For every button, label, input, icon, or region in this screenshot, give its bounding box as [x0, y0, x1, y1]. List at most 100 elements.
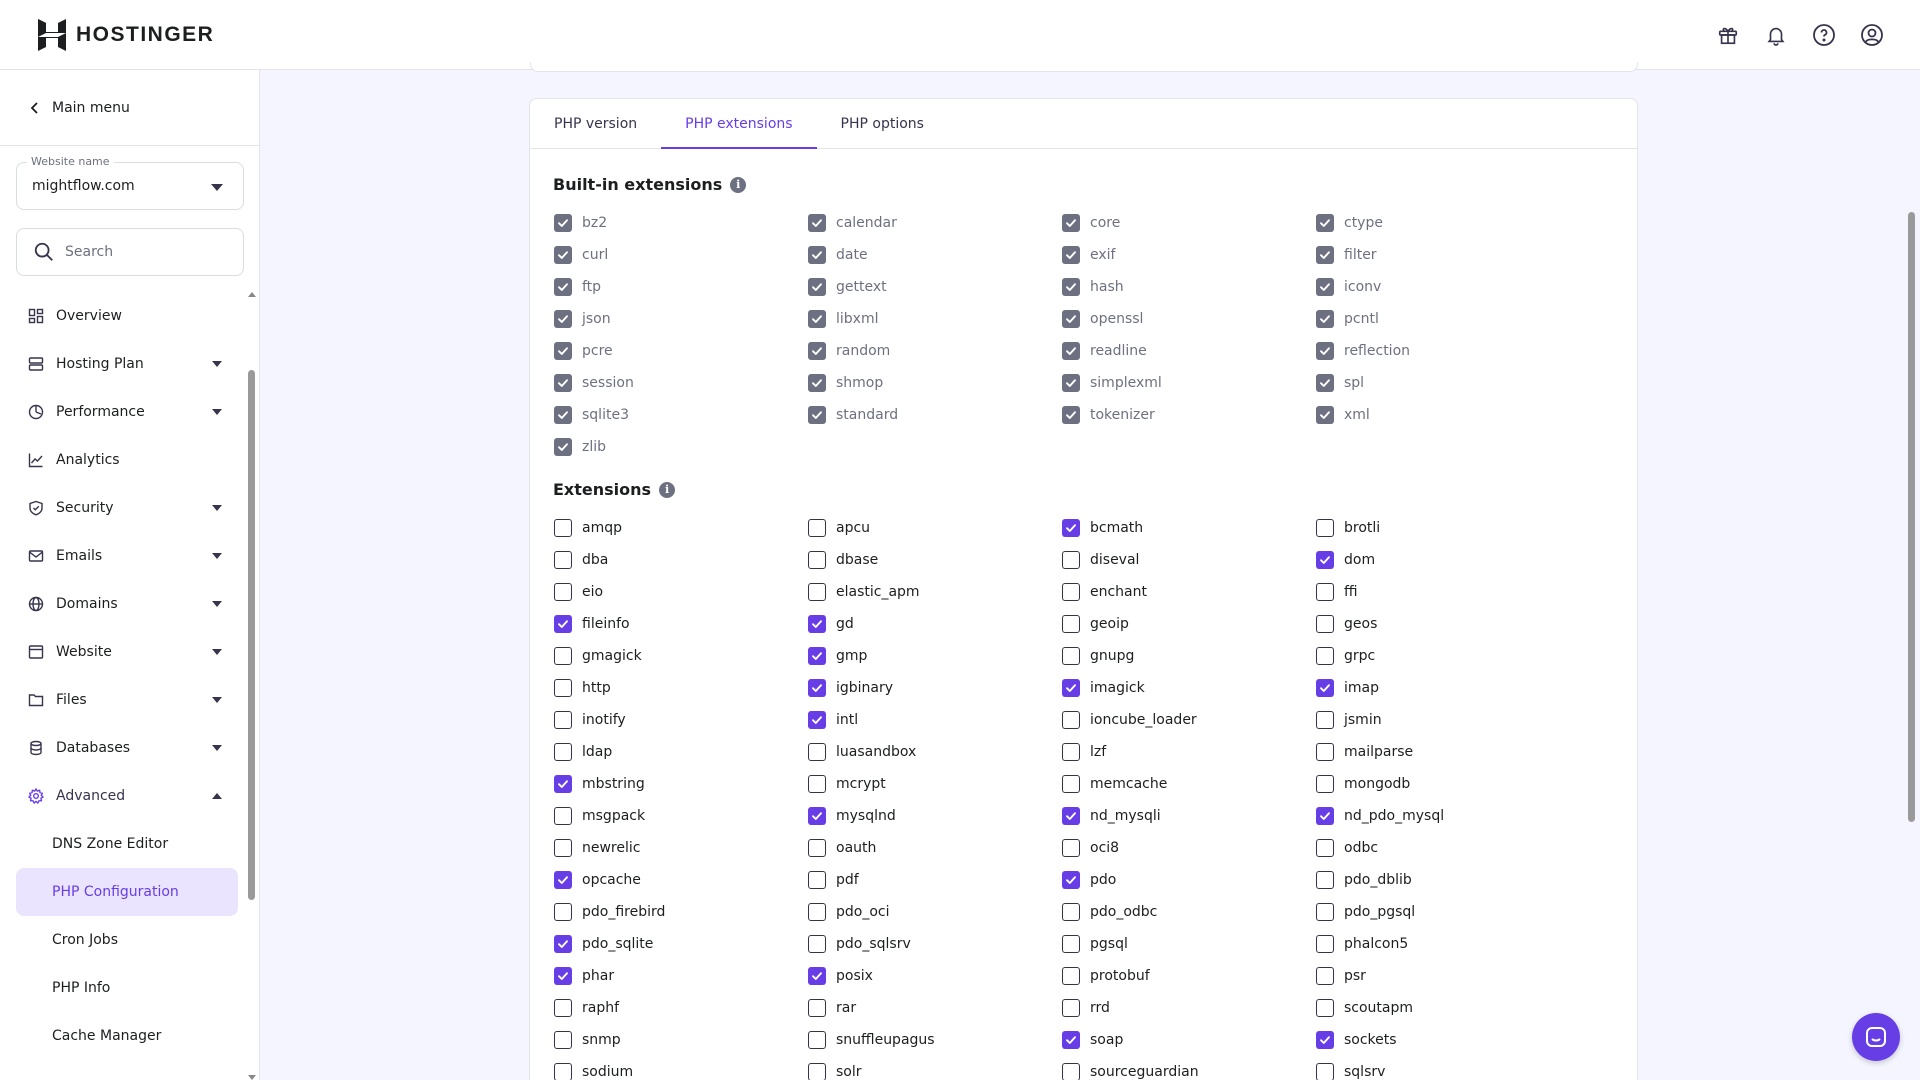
checkbox-unchecked[interactable]: [1062, 647, 1080, 665]
extension-item[interactable]: mbstring: [554, 768, 808, 800]
checkbox-checked[interactable]: [1062, 871, 1080, 889]
extension-item[interactable]: pdo_sqlsrv: [808, 928, 1062, 960]
checkbox-unchecked[interactable]: [554, 807, 572, 825]
extension-item[interactable]: elastic_apm: [808, 576, 1062, 608]
extension-item[interactable]: soap: [1062, 1024, 1316, 1056]
checkbox-checked[interactable]: [554, 871, 572, 889]
checkbox-unchecked[interactable]: [808, 903, 826, 921]
extension-item[interactable]: intl: [808, 704, 1062, 736]
checkbox-unchecked[interactable]: [808, 1063, 826, 1080]
extension-item[interactable]: dbase: [808, 544, 1062, 576]
extension-item[interactable]: geos: [1316, 608, 1570, 640]
checkbox-checked[interactable]: [1062, 679, 1080, 697]
hostinger-logo[interactable]: HOSTINGER: [38, 18, 214, 51]
tab-php-extensions[interactable]: PHP extensions: [661, 99, 817, 149]
scroll-up-arrow-icon[interactable]: [248, 292, 256, 297]
main-scroll-thumb[interactable]: [1908, 212, 1915, 822]
checkbox-unchecked[interactable]: [1062, 551, 1080, 569]
checkbox-checked[interactable]: [808, 807, 826, 825]
checkbox-unchecked[interactable]: [554, 1031, 572, 1049]
extension-item[interactable]: phalcon5: [1316, 928, 1570, 960]
checkbox-unchecked[interactable]: [554, 583, 572, 601]
extension-item[interactable]: rar: [808, 992, 1062, 1024]
sidebar-scrollbar[interactable]: [247, 292, 256, 1080]
extension-item[interactable]: ioncube_loader: [1062, 704, 1316, 736]
tab-php-options[interactable]: PHP options: [817, 99, 948, 148]
extension-item[interactable]: gd: [808, 608, 1062, 640]
checkbox-unchecked[interactable]: [808, 583, 826, 601]
checkbox-unchecked[interactable]: [1062, 935, 1080, 953]
checkbox-checked[interactable]: [1316, 679, 1334, 697]
search-input[interactable]: [65, 244, 235, 260]
extension-item[interactable]: apcu: [808, 512, 1062, 544]
extension-item[interactable]: grpc: [1316, 640, 1570, 672]
extension-item[interactable]: fileinfo: [554, 608, 808, 640]
checkbox-unchecked[interactable]: [1316, 519, 1334, 537]
extension-item[interactable]: amqp: [554, 512, 808, 544]
checkbox-checked[interactable]: [554, 615, 572, 633]
checkbox-unchecked[interactable]: [554, 679, 572, 697]
extension-item[interactable]: odbc: [1316, 832, 1570, 864]
extension-item[interactable]: diseval: [1062, 544, 1316, 576]
extension-item[interactable]: luasandbox: [808, 736, 1062, 768]
checkbox-unchecked[interactable]: [554, 839, 572, 857]
extension-item[interactable]: sqlsrv: [1316, 1056, 1570, 1080]
extension-item[interactable]: oauth: [808, 832, 1062, 864]
checkbox-unchecked[interactable]: [808, 871, 826, 889]
checkbox-checked[interactable]: [554, 775, 572, 793]
extension-item[interactable]: nd_mysqli: [1062, 800, 1316, 832]
extension-item[interactable]: dba: [554, 544, 808, 576]
extension-item[interactable]: snmp: [554, 1024, 808, 1056]
sidebar-item-domains[interactable]: Domains: [16, 580, 238, 628]
checkbox-unchecked[interactable]: [1316, 999, 1334, 1017]
checkbox-checked[interactable]: [554, 967, 572, 985]
checkbox-unchecked[interactable]: [1062, 839, 1080, 857]
checkbox-unchecked[interactable]: [554, 647, 572, 665]
checkbox-unchecked[interactable]: [1062, 967, 1080, 985]
info-icon[interactable]: i: [659, 481, 676, 498]
info-icon[interactable]: i: [730, 176, 747, 193]
extension-item[interactable]: rrd: [1062, 992, 1316, 1024]
checkbox-unchecked[interactable]: [808, 775, 826, 793]
extension-item[interactable]: eio: [554, 576, 808, 608]
checkbox-checked[interactable]: [1062, 519, 1080, 537]
checkbox-unchecked[interactable]: [1062, 1063, 1080, 1080]
extension-item[interactable]: geoip: [1062, 608, 1316, 640]
extension-item[interactable]: msgpack: [554, 800, 808, 832]
checkbox-unchecked[interactable]: [554, 903, 572, 921]
sidebar-item-analytics[interactable]: Analytics: [16, 436, 238, 484]
checkbox-unchecked[interactable]: [1062, 775, 1080, 793]
main-scrollbar[interactable]: [1906, 76, 1916, 1080]
extension-item[interactable]: pdo: [1062, 864, 1316, 896]
extension-item[interactable]: enchant: [1062, 576, 1316, 608]
extension-item[interactable]: jsmin: [1316, 704, 1570, 736]
checkbox-unchecked[interactable]: [808, 839, 826, 857]
checkbox-unchecked[interactable]: [808, 999, 826, 1017]
checkbox-checked[interactable]: [1316, 1031, 1334, 1049]
checkbox-unchecked[interactable]: [808, 551, 826, 569]
extension-item[interactable]: gmagick: [554, 640, 808, 672]
extension-item[interactable]: oci8: [1062, 832, 1316, 864]
checkbox-unchecked[interactable]: [554, 551, 572, 569]
extension-item[interactable]: nd_pdo_mysql: [1316, 800, 1570, 832]
extension-item[interactable]: ffi: [1316, 576, 1570, 608]
checkbox-checked[interactable]: [1062, 807, 1080, 825]
extension-item[interactable]: ldap: [554, 736, 808, 768]
extension-item[interactable]: bcmath: [1062, 512, 1316, 544]
gift-icon[interactable]: [1716, 23, 1740, 47]
extension-item[interactable]: pgsql: [1062, 928, 1316, 960]
extension-item[interactable]: mysqlnd: [808, 800, 1062, 832]
checkbox-checked[interactable]: [808, 711, 826, 729]
extension-item[interactable]: phar: [554, 960, 808, 992]
extension-item[interactable]: opcache: [554, 864, 808, 896]
checkbox-unchecked[interactable]: [1316, 583, 1334, 601]
sidebar-subitem-php-info[interactable]: PHP Info: [16, 964, 238, 1012]
extension-item[interactable]: mailparse: [1316, 736, 1570, 768]
checkbox-unchecked[interactable]: [1316, 711, 1334, 729]
checkbox-unchecked[interactable]: [554, 743, 572, 761]
extension-item[interactable]: lzf: [1062, 736, 1316, 768]
extension-item[interactable]: imagick: [1062, 672, 1316, 704]
checkbox-unchecked[interactable]: [1316, 743, 1334, 761]
checkbox-checked[interactable]: [1062, 1031, 1080, 1049]
scroll-down-arrow-icon[interactable]: [248, 1075, 256, 1080]
